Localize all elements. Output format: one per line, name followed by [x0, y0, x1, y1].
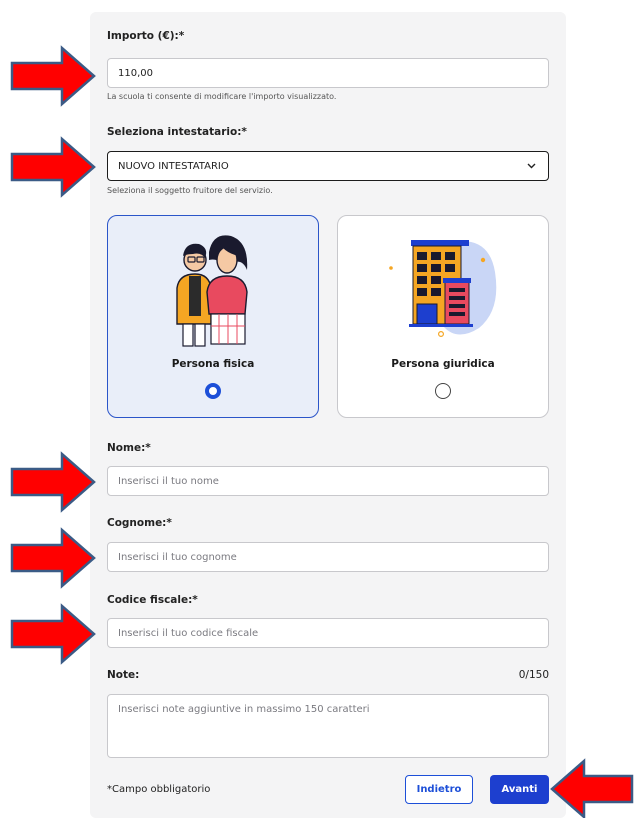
card-persona-giuridica[interactable]: Persona giuridica	[337, 215, 549, 418]
annotation-arrow-icon	[10, 451, 96, 513]
back-button[interactable]: Indietro	[405, 775, 473, 804]
notes-counter: 0/150	[518, 669, 549, 681]
holder-hint: Seleziona il soggetto fruitore del servi…	[107, 186, 273, 195]
card-persona-fisica-label: Persona fisica	[171, 358, 255, 370]
name-input[interactable]: Inserisci il tuo nome	[107, 466, 549, 496]
notes-label: Note:	[107, 669, 140, 681]
chevron-down-icon	[527, 163, 536, 169]
building-illustration-icon	[389, 240, 497, 337]
annotation-arrow-icon	[550, 758, 634, 818]
radio-persona-giuridica[interactable]	[435, 383, 451, 399]
surname-input[interactable]: Inserisci il tuo cognome	[107, 542, 549, 572]
radio-persona-fisica[interactable]	[205, 383, 221, 399]
amount-label: Importo (€):*	[107, 30, 185, 42]
card-persona-fisica[interactable]: Persona fisica	[107, 215, 319, 418]
holder-label: Seleziona intestatario:*	[107, 126, 247, 138]
amount-field[interactable]: 110,00	[107, 58, 549, 88]
holder-select-value: NUOVO INTESTATARIO	[118, 160, 229, 172]
annotation-arrow-icon	[10, 136, 96, 198]
couple-illustration-icon	[176, 235, 248, 347]
tax-code-label: Codice fiscale:*	[107, 594, 198, 606]
annotation-arrow-icon	[10, 603, 96, 665]
amount-hint: La scuola ti consente di modificare l'im…	[107, 92, 337, 101]
next-button[interactable]: Avanti	[490, 775, 549, 804]
card-persona-giuridica-label: Persona giuridica	[391, 358, 495, 370]
tax-code-input[interactable]: Inserisci il tuo codice fiscale	[107, 618, 549, 648]
required-note: *Campo obbligatorio	[107, 784, 211, 795]
holder-select[interactable]: NUOVO INTESTATARIO	[107, 151, 549, 181]
surname-label: Cognome:*	[107, 517, 172, 529]
annotation-arrow-icon	[10, 45, 96, 107]
notes-textarea[interactable]: Inserisci note aggiuntive in massimo 150…	[107, 694, 549, 758]
name-label: Nome:*	[107, 442, 151, 454]
annotation-arrow-icon	[10, 527, 96, 589]
